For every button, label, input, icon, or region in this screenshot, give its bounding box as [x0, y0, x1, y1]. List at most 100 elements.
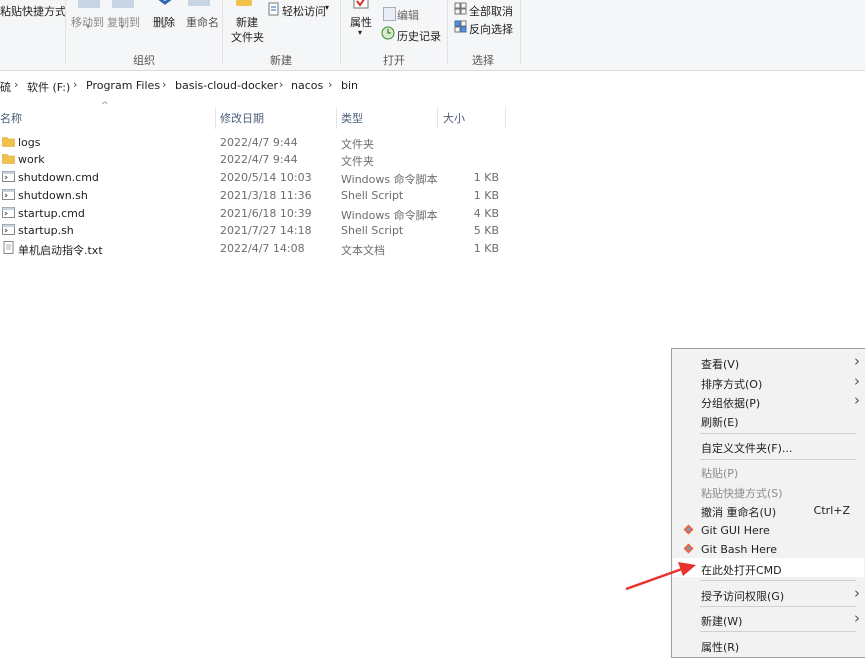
- column-header-size[interactable]: 大小: [443, 110, 465, 126]
- menu-shortcut: Ctrl+Z: [813, 504, 850, 517]
- rename-icon[interactable]: [188, 0, 210, 6]
- breadcrumb-item[interactable]: basis-cloud-docker: [175, 79, 278, 92]
- select-none-button[interactable]: 全部取消: [469, 3, 513, 19]
- file-type: Shell Script: [341, 189, 404, 202]
- address-bar[interactable]: 硫 › 软件 (F:) › Program Files › basis-clou…: [0, 76, 865, 96]
- easy-access-button[interactable]: 轻松访问: [282, 3, 326, 19]
- breadcrumb-item[interactable]: 软件 (F:): [27, 79, 70, 95]
- breadcrumb-item[interactable]: 硫: [0, 79, 11, 95]
- breadcrumb-chevron-icon[interactable]: ›: [328, 78, 332, 91]
- ribbon-divider: [340, 0, 341, 64]
- breadcrumb-item[interactable]: nacos: [291, 79, 323, 92]
- column-divider[interactable]: [336, 107, 337, 129]
- annotation-arrow-icon: [625, 562, 696, 591]
- file-name: logs: [18, 136, 41, 149]
- menu-item-new[interactable]: 新建(W) ›: [673, 609, 864, 628]
- menu-item-grant-access[interactable]: 授予访问权限(G) ›: [673, 584, 864, 603]
- file-row[interactable]: work 2022/4/7 9:44 文件夹: [0, 151, 520, 168]
- breadcrumb-item[interactable]: Program Files: [86, 79, 160, 92]
- move-to-icon[interactable]: [78, 0, 100, 8]
- column-divider[interactable]: [505, 107, 506, 129]
- properties-icon[interactable]: [353, 0, 369, 9]
- group-label-organize: 组织: [133, 54, 155, 67]
- file-date: 2022/4/7 14:08: [220, 242, 305, 255]
- invert-selection-icon[interactable]: [454, 20, 467, 33]
- file-row[interactable]: shutdown.cmd 2020/5/14 10:03 Windows 命令脚本 1…: [0, 169, 520, 186]
- ribbon-divider: [520, 0, 521, 64]
- invert-selection-button[interactable]: 反向选择: [469, 21, 513, 37]
- menu-item-undo-rename[interactable]: 撤消 重命名(U) Ctrl+Z: [673, 500, 864, 519]
- ribbon-divider: [222, 0, 223, 64]
- paste-shortcut-button[interactable]: 粘贴快捷方式: [0, 3, 66, 19]
- file-name: work: [18, 153, 45, 166]
- properties-chevron-icon[interactable]: ▾: [358, 28, 362, 37]
- file-size: 1 KB: [473, 171, 499, 184]
- menu-item-label: 撤消 重命名(U): [701, 506, 777, 519]
- copy-to-chevron-icon[interactable]: ▾: [120, 22, 124, 31]
- easy-access-chevron-icon[interactable]: ▾: [325, 3, 329, 12]
- file-row[interactable]: startup.cmd 2021/6/18 10:39 Windows 命令脚本 4 …: [0, 205, 520, 222]
- file-name: startup.sh: [18, 224, 74, 237]
- menu-item-properties[interactable]: 属性(R): [673, 635, 864, 654]
- file-size: 5 KB: [473, 224, 499, 237]
- breadcrumb-item[interactable]: bin: [341, 79, 358, 92]
- history-icon[interactable]: [381, 26, 395, 40]
- file-row[interactable]: shutdown.sh 2021/3/18 11:36 Shell Script 1 …: [0, 187, 520, 204]
- menu-item-label: 授予访问权限(G): [701, 590, 785, 603]
- easy-access-icon[interactable]: [267, 2, 280, 16]
- menu-item-paste[interactable]: 粘贴(P): [673, 461, 864, 480]
- menu-item-label: 粘贴(P): [701, 467, 739, 480]
- menu-item-view[interactable]: 查看(V) ›: [673, 352, 864, 371]
- submenu-arrow-icon: ›: [854, 372, 860, 390]
- folder-icon: [2, 137, 15, 147]
- menu-item-git-bash[interactable]: Git Bash Here: [673, 539, 864, 558]
- delete-chevron-icon[interactable]: ▾: [162, 22, 166, 31]
- file-date: 2022/4/7 9:44: [220, 153, 298, 166]
- menu-separator: [700, 580, 856, 581]
- menu-item-open-cmd[interactable]: 在此处打开CMD: [673, 558, 864, 577]
- column-header-type[interactable]: 类型: [341, 110, 363, 126]
- delete-icon[interactable]: [154, 0, 176, 9]
- script-icon: [2, 207, 15, 218]
- script-icon: [2, 189, 15, 200]
- script-icon: [2, 171, 15, 182]
- menu-item-customize[interactable]: 自定义文件夹(F)...: [673, 436, 864, 455]
- edit-icon[interactable]: [383, 7, 396, 21]
- move-to-chevron-icon[interactable]: ▾: [86, 22, 90, 31]
- select-none-icon[interactable]: [454, 2, 467, 15]
- breadcrumb-chevron-icon[interactable]: ›: [73, 78, 77, 91]
- history-button[interactable]: 历史记录: [397, 28, 441, 44]
- column-header-name[interactable]: 名称: [0, 110, 22, 126]
- column-header-modified[interactable]: 修改日期: [220, 110, 264, 126]
- menu-item-label: 分组依据(P): [701, 397, 761, 410]
- file-row[interactable]: 单机启动指令.txt 2022/4/7 14:08 文本文档 1 KB: [0, 240, 520, 257]
- git-gui-icon: [683, 524, 694, 535]
- menu-item-group[interactable]: 分组依据(P) ›: [673, 391, 864, 410]
- menu-item-label: Git GUI Here: [701, 524, 770, 537]
- git-bash-icon: [683, 543, 694, 554]
- breadcrumb-chevron-icon[interactable]: ›: [162, 78, 166, 91]
- menu-item-refresh[interactable]: 刷新(E): [673, 410, 864, 429]
- file-row[interactable]: logs 2022/4/7 9:44 文件夹: [0, 134, 520, 151]
- group-label-select: 选择: [472, 54, 494, 67]
- submenu-arrow-icon: ›: [854, 352, 860, 370]
- column-divider[interactable]: [215, 107, 216, 129]
- file-type: 文件夹: [341, 155, 374, 168]
- column-divider[interactable]: [437, 107, 438, 129]
- new-folder-button-line2[interactable]: 文件夹: [231, 29, 264, 45]
- menu-item-label: 新建(W): [701, 615, 743, 628]
- breadcrumb-chevron-icon[interactable]: ›: [279, 78, 283, 91]
- ribbon-divider: [447, 0, 448, 64]
- breadcrumb-chevron-icon[interactable]: ›: [14, 78, 18, 91]
- edit-button[interactable]: 编辑: [397, 7, 419, 23]
- menu-item-sort[interactable]: 排序方式(O) ›: [673, 372, 864, 391]
- menu-item-label: 排序方式(O): [701, 378, 763, 391]
- copy-to-icon[interactable]: [112, 0, 134, 8]
- new-folder-button[interactable]: 新建: [236, 14, 258, 30]
- file-row[interactable]: startup.sh 2021/7/27 14:18 Shell Script 5 K…: [0, 222, 520, 239]
- menu-item-git-gui[interactable]: Git GUI Here: [673, 520, 864, 539]
- menu-item-paste-shortcut[interactable]: 粘贴快捷方式(S): [673, 481, 864, 500]
- submenu-arrow-icon: ›: [854, 391, 860, 409]
- new-folder-icon[interactable]: [236, 0, 252, 6]
- rename-button[interactable]: 重命名: [186, 14, 219, 30]
